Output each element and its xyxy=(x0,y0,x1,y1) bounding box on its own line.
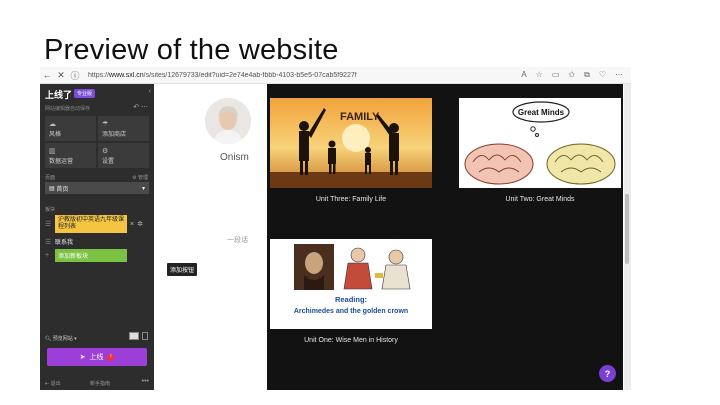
chevron-down-icon: ▾ xyxy=(141,185,145,192)
blocks-label: 板块 xyxy=(45,207,56,213)
add-block-button[interactable]: + 添加新板块 xyxy=(45,249,127,262)
brand-logo: 上线了 xyxy=(45,90,73,100)
course-card-great-minds[interactable]: Great Minds Unit Two: Great Minds xyxy=(459,98,621,218)
block-item-courses[interactable]: ☰ 沪教版初中英语九年级课程列表 × ✲ xyxy=(45,215,143,233)
gear-icon: ⚙ xyxy=(102,147,109,155)
drag-handle-icon[interactable]: ☰ xyxy=(45,238,55,246)
store-icon: ☂ xyxy=(102,120,109,128)
more-icon[interactable]: ••• xyxy=(142,378,149,385)
search-icon: 🔍︎ xyxy=(45,336,53,342)
desktop-icon[interactable] xyxy=(129,332,139,340)
card-image: Great Minds xyxy=(459,98,621,188)
scrollbar[interactable] xyxy=(624,84,631,390)
gear-icon[interactable]: ✲ xyxy=(137,220,143,228)
card-caption: Unit Two: Great Minds xyxy=(505,196,575,203)
tile-style[interactable]: ☁ 风格 xyxy=(45,116,96,141)
collections-icon[interactable]: ⧉ xyxy=(584,70,590,80)
card-caption: Unit One: Wise Men in History xyxy=(304,337,398,344)
block-item-contact[interactable]: ☰ 联系我 xyxy=(45,237,74,247)
split-view-icon[interactable]: ▭ xyxy=(552,70,560,80)
tile-store[interactable]: ☂ 添加商店 xyxy=(98,116,149,141)
drag-handle-icon[interactable]: ☰ xyxy=(45,220,55,228)
close-icon[interactable]: × xyxy=(130,221,134,228)
add-block-label: 添加新板块 xyxy=(55,249,127,262)
help-button[interactable]: ? xyxy=(599,365,616,382)
avatar[interactable] xyxy=(205,98,251,144)
page-icon: ▤ xyxy=(49,185,57,192)
slide: Preview of the website ← ✕ ⓘ https://www… xyxy=(0,0,720,405)
back-icon[interactable]: ← xyxy=(40,70,54,80)
guide-link[interactable]: 新手指南 xyxy=(90,380,110,387)
card-image: Reading: Archimedes and the golden crown xyxy=(270,239,432,329)
info-icon[interactable]: ⓘ xyxy=(68,69,82,82)
paragraph-hint[interactable]: 一段话 xyxy=(227,235,248,245)
device-toggle xyxy=(129,332,148,340)
course-grid: FAMILY Unit Three: Family Life Great Min… xyxy=(267,84,623,390)
slide-title: Preview of the website xyxy=(44,34,339,66)
card-image: FAMILY xyxy=(270,98,432,188)
pages-label: 页面 xyxy=(45,175,56,181)
close-icon[interactable]: ✕ xyxy=(54,70,68,81)
alert-badge: ! xyxy=(107,353,115,361)
tool-tiles: ☁ 风格 ☂ 添加商店 ▥ 数据运营 ⚙ 设置 xyxy=(45,116,149,168)
palette-icon: ☁ xyxy=(49,120,56,128)
address-bar: ← ✕ ⓘ https://www.sxl.cn/s/sites/1267973… xyxy=(40,67,631,84)
tile-label: 风格 xyxy=(49,131,62,138)
profile-column: Onism 一段话 添加按钮 xyxy=(154,84,267,390)
health-icon[interactable]: ♡ xyxy=(599,70,606,80)
card-image-text: Reading: xyxy=(335,295,367,304)
scrollbar-thumb[interactable] xyxy=(625,194,629,264)
tile-label: 添加商店 xyxy=(102,131,127,138)
undo-icon[interactable]: ↶ ⋯ xyxy=(133,103,148,111)
read-aloud-icon[interactable]: A xyxy=(521,70,526,80)
current-page: 首页 xyxy=(56,186,69,193)
card-caption: Unit Three: Family Life xyxy=(315,196,387,203)
tile-label: 设置 xyxy=(102,158,115,165)
profile-name: Onism xyxy=(220,152,249,163)
autosave-note: 网站编辑器自动保存 xyxy=(45,106,91,112)
page-select[interactable]: ▤ 首页 ▾ xyxy=(45,182,149,194)
browser-toolbar: A ☆ ▭ ✩ ⧉ ♡ ⋯ xyxy=(521,70,631,80)
exit-link[interactable]: ⇤ 退出 xyxy=(45,380,61,387)
card-image-text: Archimedes and the golden crown xyxy=(294,308,408,315)
mobile-icon[interactable] xyxy=(142,332,148,340)
chart-icon: ▥ xyxy=(49,147,56,155)
card-image-text: FAMILY xyxy=(340,111,380,123)
more-icon[interactable]: ⋯ xyxy=(615,70,623,80)
tile-analytics[interactable]: ▥ 数据运营 xyxy=(45,143,96,168)
course-card-wise-men[interactable]: Reading: Archimedes and the golden crown… xyxy=(270,239,432,359)
collapse-icon[interactable]: ‹ xyxy=(149,88,151,95)
tile-settings[interactable]: ⚙ 设置 xyxy=(98,143,149,168)
editor-sidebar: 上线了 专业版 ‹ 网站编辑器自动保存 ↶ ⋯ ☁ 风格 ☂ 添加商店 ▥ 数据运营 … xyxy=(40,84,154,390)
tile-label: 数据运营 xyxy=(49,158,74,165)
favorites-list-icon[interactable]: ✩ xyxy=(568,70,575,80)
rocket-icon: ➤ xyxy=(79,354,86,361)
preview-dropdown[interactable]: 🔍︎ 预览网站 ▾ xyxy=(45,335,77,342)
course-card-family[interactable]: FAMILY Unit Three: Family Life xyxy=(270,98,432,218)
browser-window: ← ✕ ⓘ https://www.sxl.cn/s/sites/1267973… xyxy=(40,67,631,390)
plus-icon: + xyxy=(45,252,50,259)
block-label: 沪教版初中英语九年级课程列表 xyxy=(55,215,127,233)
pro-badge: 专业版 xyxy=(74,89,96,98)
card-image-text: Great Minds xyxy=(518,108,565,117)
favorite-icon[interactable]: ☆ xyxy=(536,70,543,80)
manage-link[interactable]: ⚙ 管理 xyxy=(132,174,148,181)
url-field[interactable]: https://www.sxl.cn/s/sites/12679733/edit… xyxy=(88,72,448,79)
publish-button[interactable]: ➤ 上线 ! xyxy=(47,348,147,366)
add-button-tooltip: 添加按钮 xyxy=(167,263,198,276)
block-label: 联系我 xyxy=(55,240,74,246)
publish-label: 上线 xyxy=(89,354,104,361)
